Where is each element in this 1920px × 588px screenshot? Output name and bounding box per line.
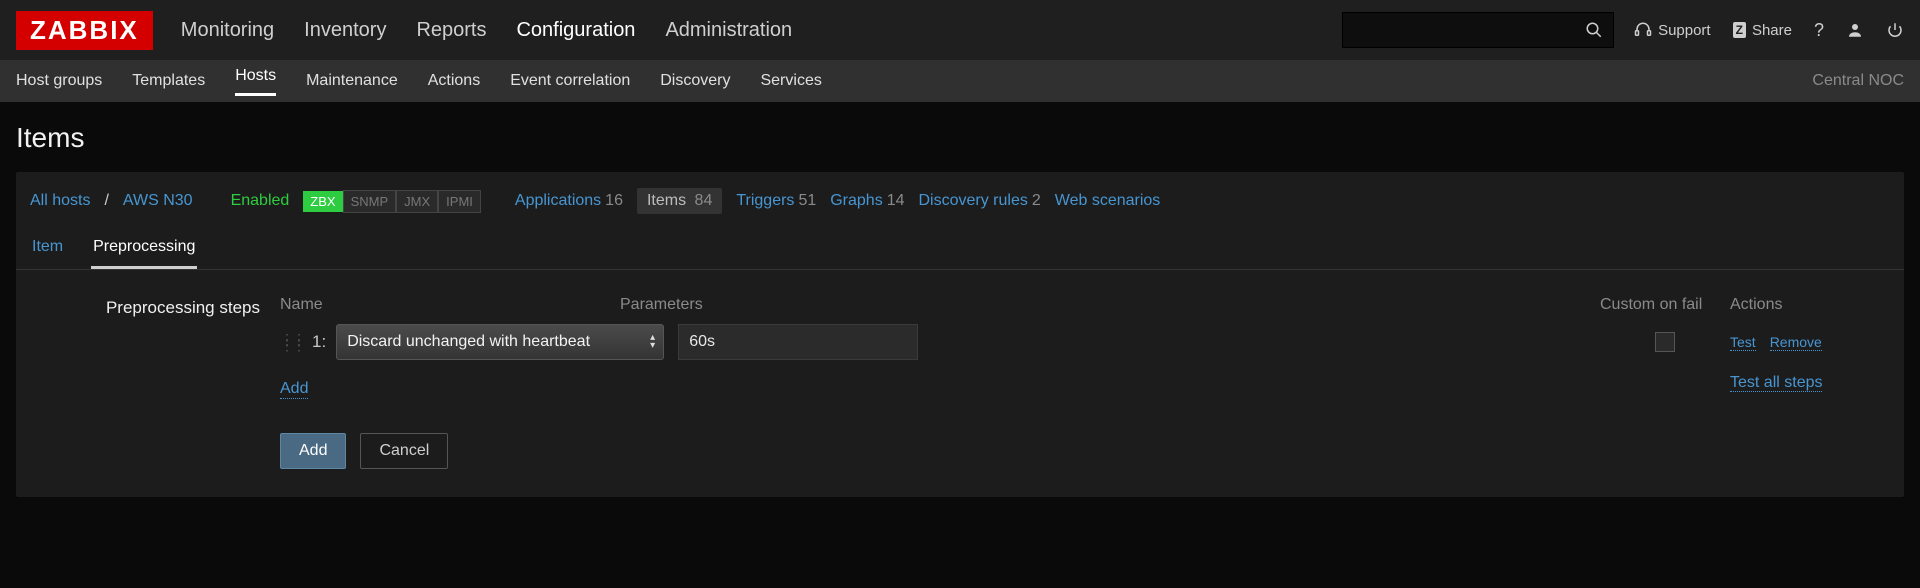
nav-configuration[interactable]: Configuration <box>516 19 635 42</box>
crumb-sep: / <box>104 192 108 210</box>
nav-monitoring[interactable]: Monitoring <box>181 19 274 42</box>
form-buttons: Add Cancel <box>280 433 1890 469</box>
host-summary: All hosts / AWS N30 Enabled ZBX SNMP JMX… <box>16 172 1904 224</box>
search-input[interactable] <box>1342 12 1614 48</box>
link-discovery-rules[interactable]: Discovery rules2 <box>919 192 1041 210</box>
subnav-event-correlation[interactable]: Event correlation <box>510 72 630 90</box>
link-graphs[interactable]: Graphs14 <box>830 192 904 210</box>
nav-reports[interactable]: Reports <box>416 19 486 42</box>
subnav-host-groups[interactable]: Host groups <box>16 72 102 90</box>
subnav-maintenance[interactable]: Maintenance <box>306 72 398 90</box>
subnav-hosts[interactable]: Hosts <box>235 67 276 96</box>
top-icons: Support Z Share ? <box>1634 20 1904 41</box>
badge-ipmi: IPMI <box>438 190 481 213</box>
link-web-scenarios[interactable]: Web scenarios <box>1055 192 1161 210</box>
support-label: Support <box>1658 22 1711 39</box>
link-triggers[interactable]: Triggers51 <box>736 192 816 210</box>
badge-jmx: JMX <box>396 190 438 213</box>
support-link[interactable]: Support <box>1634 21 1711 39</box>
col-name: Name <box>280 296 620 314</box>
subnav-services[interactable]: Services <box>760 72 821 90</box>
subnav-context: Central NOC <box>1812 72 1904 90</box>
drag-handle-icon[interactable]: ⋮⋮⋮⋮ <box>280 336 304 348</box>
step-param-input[interactable] <box>678 324 918 360</box>
subnav-actions[interactable]: Actions <box>428 72 480 90</box>
search-icon <box>1585 21 1603 39</box>
user-icon <box>1846 21 1864 39</box>
step-name-select[interactable]: Discard unchanged with heartbeat ▴▾ <box>336 324 664 360</box>
step-index: 1: <box>312 332 326 352</box>
form-tabs: Item Preprocessing <box>16 224 1904 270</box>
page: Items All hosts / AWS N30 Enabled ZBX SN… <box>0 102 1920 527</box>
col-params: Parameters <box>620 296 1260 314</box>
remove-step-link[interactable]: Remove <box>1770 334 1822 351</box>
power-button[interactable] <box>1886 21 1904 39</box>
subnav-templates[interactable]: Templates <box>132 72 205 90</box>
headset-icon <box>1634 21 1652 39</box>
interface-badges: ZBX SNMP JMX IPMI <box>303 190 481 213</box>
host-status: Enabled <box>231 192 290 210</box>
top-bar: ZABBIX Monitoring Inventory Reports Conf… <box>0 0 1920 60</box>
nav-administration[interactable]: Administration <box>665 19 792 42</box>
logo[interactable]: ZABBIX <box>16 11 153 50</box>
nav-inventory[interactable]: Inventory <box>304 19 386 42</box>
chevron-updown-icon: ▴▾ <box>650 334 655 350</box>
help-button[interactable]: ? <box>1814 20 1824 41</box>
cancel-button[interactable]: Cancel <box>360 433 448 469</box>
user-button[interactable] <box>1846 21 1864 39</box>
crumb-host[interactable]: AWS N30 <box>123 192 193 210</box>
tab-preprocessing[interactable]: Preprocessing <box>91 230 197 269</box>
share-label: Share <box>1752 22 1792 39</box>
link-applications[interactable]: Applications16 <box>515 192 623 210</box>
crumb-all-hosts[interactable]: All hosts <box>30 192 90 210</box>
subnav-discovery[interactable]: Discovery <box>660 72 730 90</box>
col-actions: Actions <box>1730 296 1890 314</box>
table-header: Name Parameters Custom on fail Actions <box>280 296 1890 314</box>
preprocessing-form: Preprocessing steps Name Parameters Cust… <box>16 270 1904 469</box>
add-step-link[interactable]: Add <box>280 380 308 399</box>
test-all-steps-link[interactable]: Test all steps <box>1730 374 1822 392</box>
power-icon <box>1886 21 1904 39</box>
z-badge-icon: Z <box>1733 22 1746 38</box>
badge-zbx: ZBX <box>303 191 342 212</box>
col-cof: Custom on fail <box>1600 296 1730 314</box>
add-button[interactable]: Add <box>280 433 346 469</box>
page-title: Items <box>16 122 1904 154</box>
test-step-link[interactable]: Test <box>1730 334 1756 351</box>
badge-snmp: SNMP <box>343 190 397 213</box>
sub-nav: Host groups Templates Hosts Maintenance … <box>0 60 1920 102</box>
preprocessing-step: ⋮⋮⋮⋮ 1: Discard unchanged with heartbeat… <box>280 324 1890 360</box>
tab-item[interactable]: Item <box>30 230 65 269</box>
help-icon: ? <box>1814 20 1824 41</box>
top-nav: Monitoring Inventory Reports Configurati… <box>181 19 792 42</box>
section-label: Preprocessing steps <box>30 296 260 318</box>
custom-on-fail-checkbox[interactable] <box>1655 332 1675 352</box>
step-name-value: Discard unchanged with heartbeat <box>347 333 590 351</box>
panel: All hosts / AWS N30 Enabled ZBX SNMP JMX… <box>16 172 1904 497</box>
link-items[interactable]: Items 84 <box>637 188 722 214</box>
share-link[interactable]: Z Share <box>1733 22 1792 39</box>
